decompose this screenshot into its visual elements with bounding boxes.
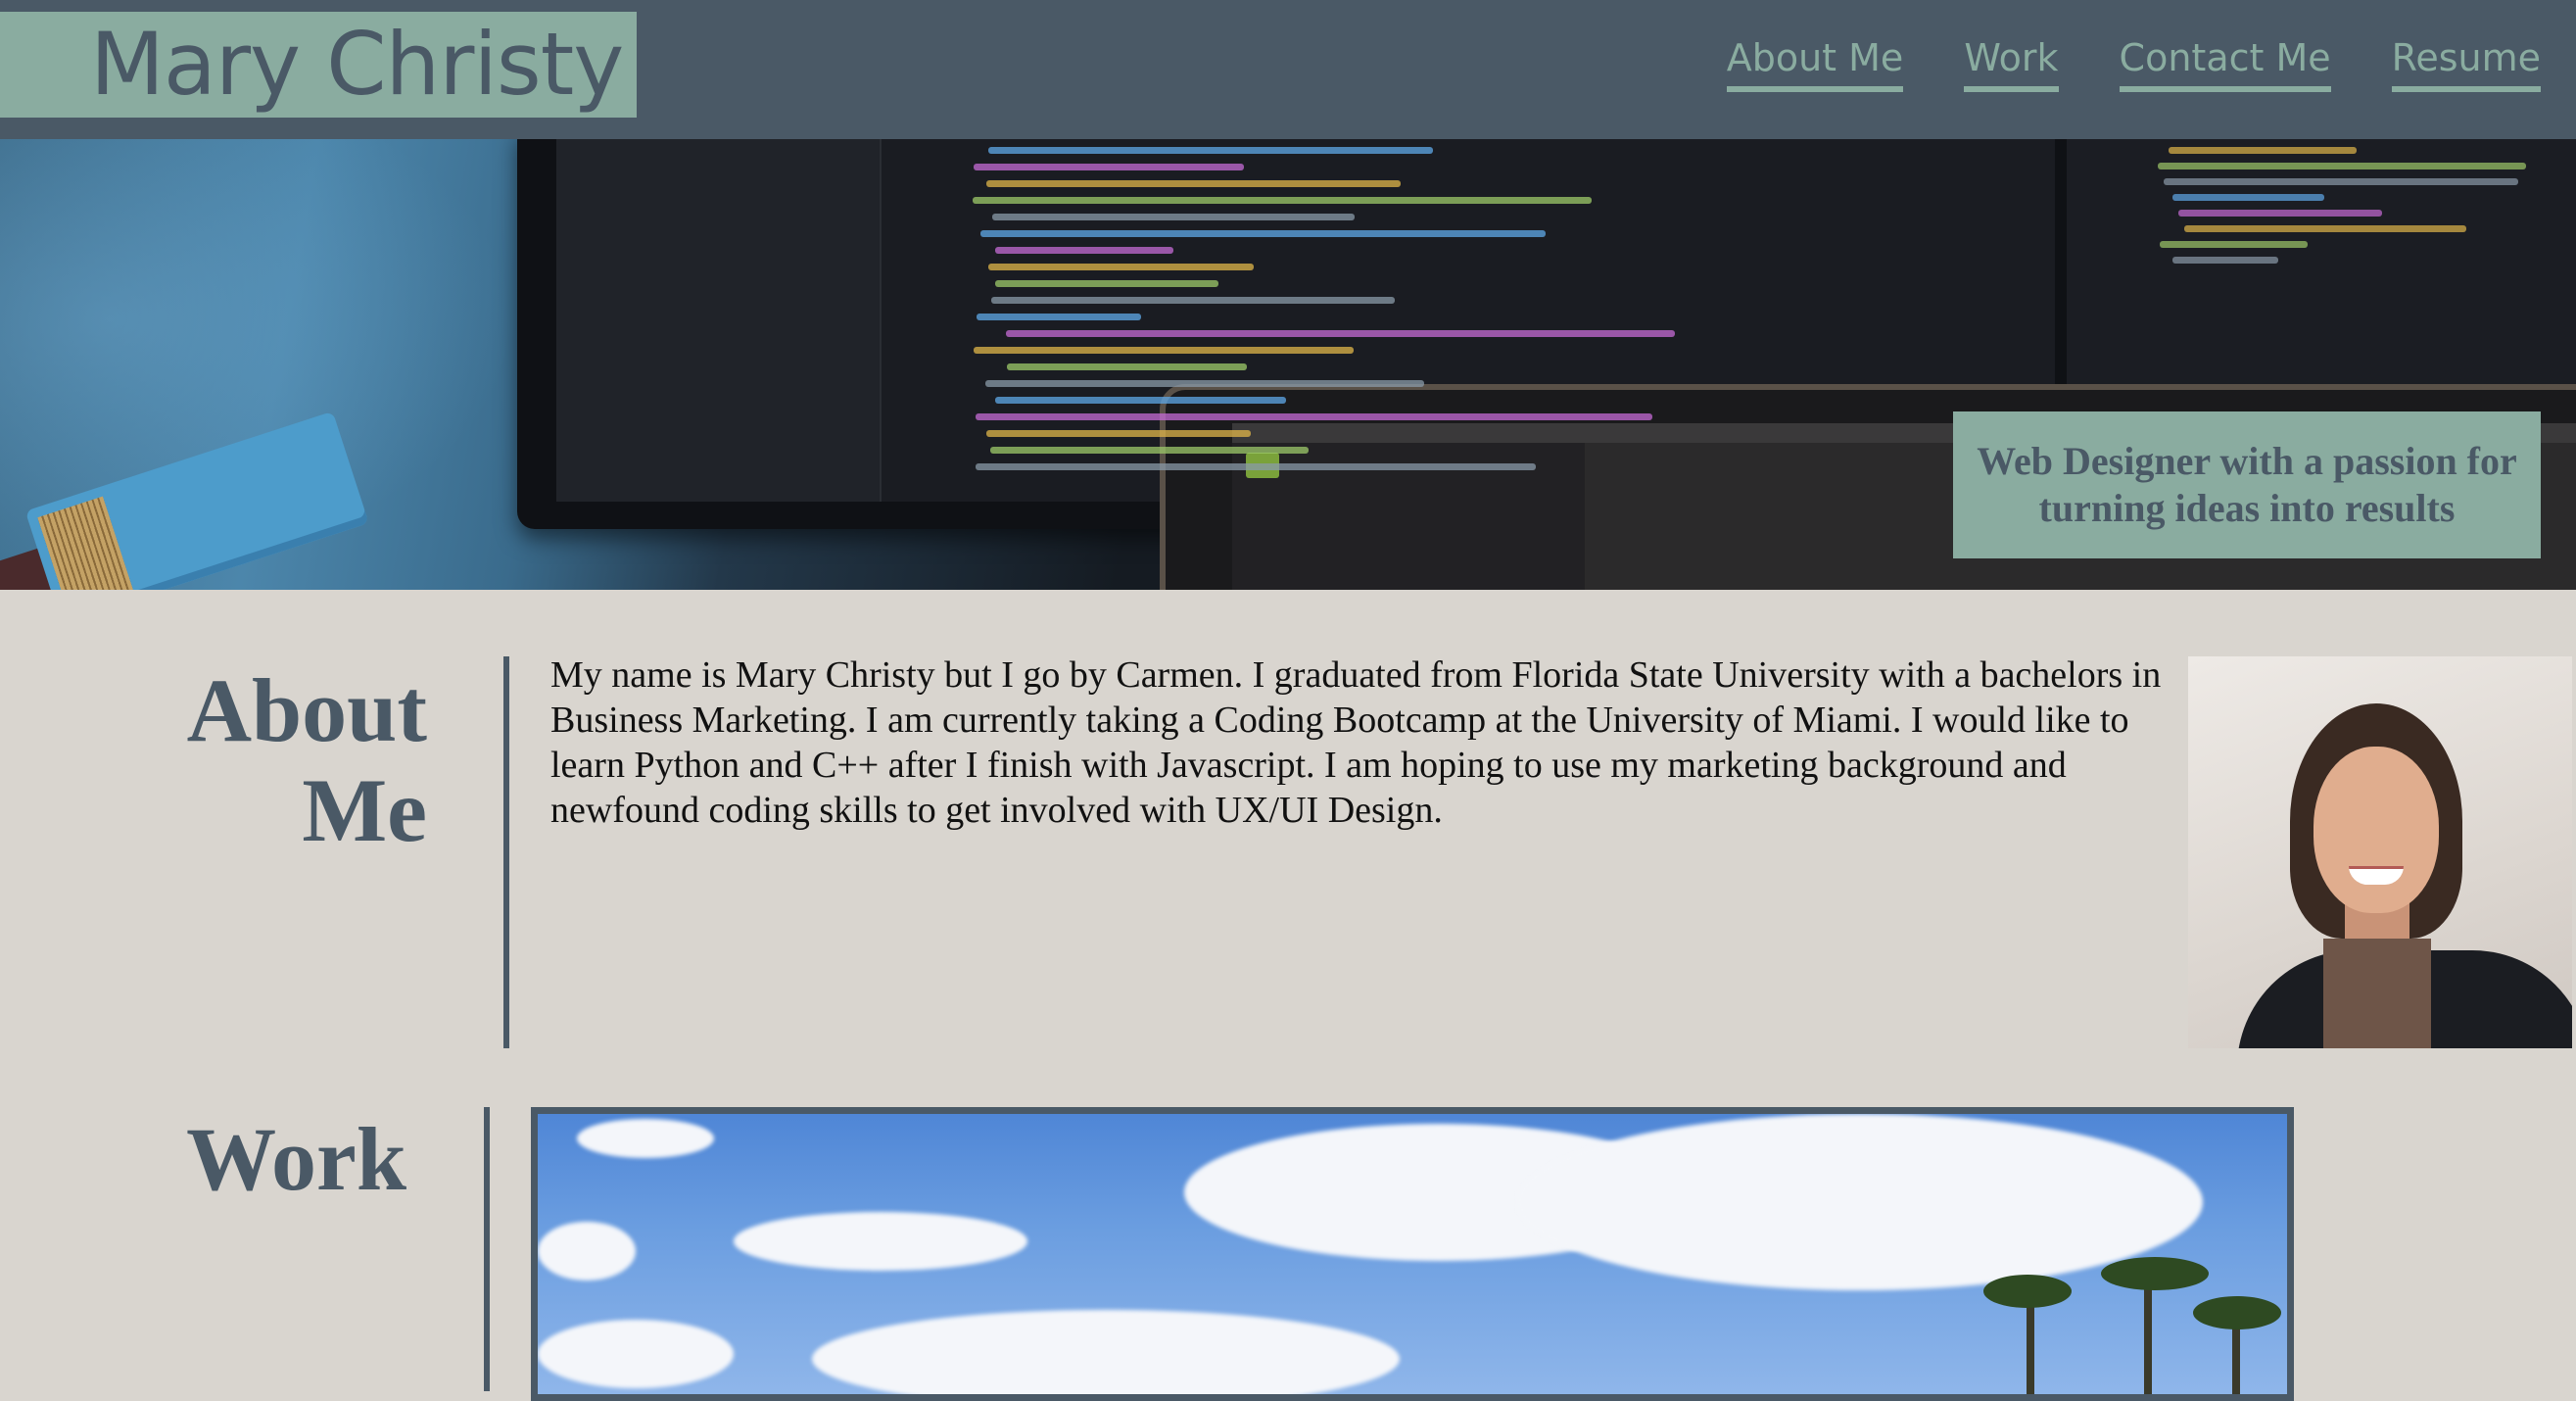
code-line — [2172, 257, 2278, 264]
profile-photo — [2188, 656, 2572, 1048]
code-line — [995, 397, 1286, 404]
code-line — [2178, 210, 2382, 217]
code-line — [974, 164, 1244, 170]
code-line — [2158, 163, 2526, 169]
code-line — [988, 147, 1433, 154]
palm-leaves — [2193, 1296, 2281, 1329]
code-line — [977, 314, 1141, 320]
code-line — [988, 264, 1254, 270]
code-line — [992, 214, 1355, 220]
code-line — [990, 447, 1309, 454]
code-line — [2184, 225, 2466, 232]
code-line — [1006, 330, 1675, 337]
nav-contact-me[interactable]: Contact Me — [2119, 36, 2331, 92]
cloud — [577, 1119, 714, 1158]
main-nav: About Me Work Contact Me Resume — [1726, 36, 2541, 92]
code-line — [973, 197, 1592, 204]
site-header: Mary Christy About Me Work Contact Me Re… — [0, 0, 2576, 139]
palm-leaves — [2101, 1257, 2209, 1290]
photo-face — [2314, 747, 2439, 913]
code-line — [2169, 147, 2357, 154]
photo-sweater — [2323, 939, 2431, 1048]
code-line — [991, 297, 1395, 304]
about-text: My name is Mary Christy but I go by Carm… — [550, 654, 2162, 831]
cloud — [538, 1222, 636, 1280]
code-line — [985, 380, 1424, 387]
code-line — [2164, 178, 2518, 185]
code-line — [980, 230, 1546, 237]
code-line — [2160, 241, 2308, 248]
code-line — [995, 280, 1218, 287]
brand-name[interactable]: Mary Christy — [90, 22, 624, 108]
work-title: Work — [186, 1109, 406, 1209]
work-project-image[interactable] — [531, 1107, 2294, 1401]
code-line — [986, 430, 1251, 437]
nav-about-me[interactable]: About Me — [1726, 36, 1904, 92]
nav-work[interactable]: Work — [1964, 36, 2059, 92]
code-sidebar-panel — [556, 139, 882, 502]
work-divider — [484, 1107, 490, 1391]
cloud — [734, 1212, 1027, 1271]
about-title: About Me — [186, 660, 427, 860]
palm-leaves — [1983, 1275, 2072, 1308]
cloud — [1517, 1114, 2203, 1290]
code-line — [995, 247, 1173, 254]
tagline-text: Web Designer with a passion for turning … — [1977, 439, 2517, 530]
cloud — [538, 1320, 734, 1388]
code-line — [2172, 194, 2324, 201]
about-divider — [503, 656, 509, 1048]
code-line — [986, 180, 1401, 187]
tagline-box: Web Designer with a passion for turning … — [1953, 411, 2541, 558]
brand-block: Mary Christy — [0, 12, 637, 118]
code-line — [976, 413, 1652, 420]
nav-resume[interactable]: Resume — [2391, 36, 2541, 92]
cloud — [812, 1310, 1400, 1394]
code-line — [976, 463, 1536, 470]
code-line — [974, 347, 1354, 354]
code-line — [1007, 363, 1247, 370]
